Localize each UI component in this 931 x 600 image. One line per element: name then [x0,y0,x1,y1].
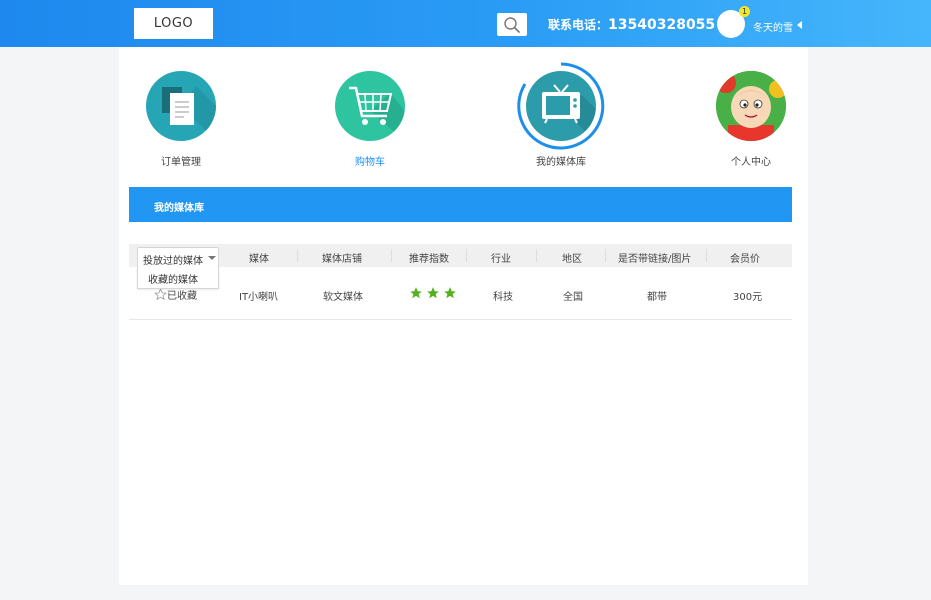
username[interactable]: 冬天的雪 [753,19,793,34]
star-filled-icon [410,287,422,299]
col-header-industry: 行业 [491,254,511,265]
col-divider [536,249,537,262]
top-bar: LOGO 联系电话：13540328055 1 冬天的雪 [0,0,931,47]
filter-selected-value: 投放过的媒体 [143,256,203,267]
phone-label: 联系电话： [548,18,609,32]
table-header: 媒体 媒体店铺 推荐指数 行业 地区 是否带链接/图片 会员价 [129,244,792,267]
col-divider [605,249,606,262]
col-divider [466,249,467,262]
search-button[interactable] [497,13,527,36]
cell-region: 全国 [563,292,583,303]
cell-media[interactable]: IT小喇叭 [239,288,278,303]
cell-price: 300元 [733,292,763,303]
col-header-media: 媒体 [249,254,269,265]
order-document-icon [146,71,216,141]
col-header-shop: 媒体店铺 [322,254,362,265]
nav-label-media-library: 我的媒体库 [536,157,586,168]
col-header-region: 地区 [562,254,582,265]
filter-option-favorites[interactable]: 收藏的媒体 [148,271,198,286]
star-filled-icon [444,287,457,299]
cell-shop: 软文媒体 [323,292,363,303]
col-header-link: 是否带链接/图片 [618,254,692,265]
section-banner: 我的媒体库 [129,187,792,222]
search-icon [504,17,520,33]
filter-dropdown-menu: 收藏的媒体 [137,267,219,289]
col-header-price: 会员价 [730,254,760,265]
favorite-toggle[interactable]: 已收藏 [154,287,197,302]
cell-industry: 科技 [493,292,513,303]
notification-badge[interactable]: 1 [739,6,750,17]
caret-left-icon[interactable] [797,21,802,29]
col-divider [706,249,707,262]
media-filter-select[interactable]: 投放过的媒体 [137,247,219,268]
shopping-cart-icon [335,71,405,141]
star-filled-icon [427,287,440,299]
tv-media-icon [526,71,596,141]
nav-label-cart: 购物车 [355,157,385,168]
cartoon-avatar [716,71,786,141]
favorite-label: 已收藏 [167,291,197,302]
nav-label-profile: 个人中心 [731,157,771,168]
col-divider [297,249,298,262]
cell-rating [409,286,457,303]
logo[interactable]: LOGO [134,8,213,39]
col-header-recommend: 推荐指数 [409,254,449,265]
phone-number: 13540328055 [608,17,716,33]
contact-phone: 联系电话：13540328055 [548,16,715,33]
table-row[interactable]: 已收藏 IT小喇叭 软文媒体 科技 全国 都带 300元 [129,267,792,320]
star-outline-icon [154,288,167,301]
section-title: 我的媒体库 [154,203,204,214]
cell-link: 都带 [647,292,667,303]
col-divider [391,249,392,262]
chevron-down-icon [208,256,216,260]
nav-label-orders: 订单管理 [161,157,201,168]
